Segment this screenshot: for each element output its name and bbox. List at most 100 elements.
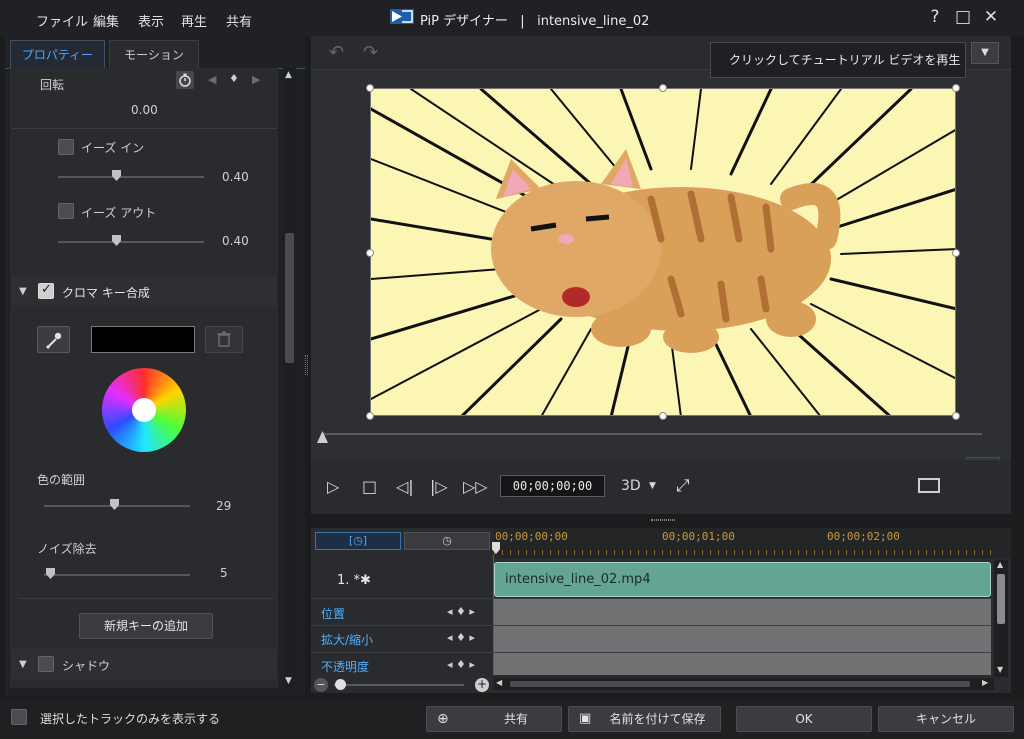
rotation-value[interactable]: 0.00 — [131, 103, 158, 117]
scroll-up-icon[interactable]: ▲ — [997, 560, 1003, 569]
prev-keyframe-icon[interactable]: ◀ — [208, 73, 216, 86]
eyedropper-icon[interactable] — [37, 326, 70, 353]
timeline-vscrollbar[interactable]: ▲ ▼ — [994, 560, 1008, 677]
safe-zone-icon[interactable] — [918, 478, 940, 493]
stopwatch-icon[interactable] — [176, 71, 194, 89]
ease-out-checkbox[interactable] — [58, 203, 74, 219]
add-key-button[interactable]: 新規キーの追加 — [79, 613, 213, 639]
keyframe-row[interactable] — [494, 599, 991, 625]
intensive-line-image — [371, 89, 955, 415]
play-icon[interactable]: ▷ — [327, 477, 339, 496]
scroll-down-icon[interactable]: ▼ — [285, 676, 292, 686]
scroll-right-icon[interactable]: ▶ — [982, 678, 988, 687]
video-clip[interactable]: intensive_line_02.mp4 — [494, 562, 991, 597]
scrollbar-thumb[interactable] — [285, 233, 294, 363]
fast-forward-icon[interactable]: ▷▷ — [463, 477, 488, 496]
ease-in-checkbox[interactable] — [58, 139, 74, 155]
redo-icon[interactable]: ↷ — [363, 42, 378, 63]
ease-out-slider[interactable] — [58, 241, 204, 243]
shadow-label: シャドウ — [62, 659, 111, 673]
color-wheel-center — [132, 398, 156, 422]
zoom-slider[interactable] — [334, 684, 464, 686]
menu-file[interactable]: ファイル — [36, 11, 88, 30]
seek-bar[interactable] — [322, 433, 982, 435]
collapse-triangle-icon[interactable]: ▼ — [19, 659, 27, 670]
noise-slider[interactable] — [44, 574, 190, 576]
timecode-display[interactable]: 00;00;00;00 — [500, 475, 605, 497]
dropdown-chevron-icon[interactable]: ▼ — [971, 42, 999, 64]
save-as-button[interactable]: ▣ 名前を付けて保存 — [568, 706, 721, 732]
share-button[interactable]: ⊕ 共有 — [426, 706, 562, 732]
keyframe-controls-icon[interactable]: ◂ ♦ ▸ — [447, 631, 475, 644]
trash-icon[interactable] — [205, 326, 243, 353]
3d-dropdown-icon[interactable]: ▼ — [649, 481, 656, 491]
prev-frame-icon[interactable]: ◁| — [396, 477, 414, 496]
scrollbar-thumb[interactable] — [997, 574, 1005, 624]
menu-edit[interactable]: 編集 — [93, 11, 119, 30]
window-title: PiP デザイナー | intensive_line_02 — [420, 10, 649, 29]
scroll-left-icon[interactable]: ◀ — [496, 678, 502, 687]
keyframe-row[interactable] — [494, 653, 991, 675]
zoom-in-icon[interactable]: + — [475, 678, 489, 692]
color-range-label: 色の範囲 — [37, 473, 86, 487]
resize-handle[interactable] — [366, 84, 374, 92]
timeline-hscrollbar[interactable]: ◀ ▶ — [494, 678, 994, 690]
title-bar: ファイル 編集 表示 再生 共有 PiP デザイナー | intensive_l… — [0, 0, 1024, 36]
ok-button[interactable]: OK — [736, 706, 872, 732]
resize-handle[interactable] — [952, 249, 960, 257]
keyframe-controls-icon[interactable]: ◂ ♦ ▸ — [447, 658, 475, 671]
tab-motion[interactable]: モーション — [109, 40, 199, 68]
maximize-icon[interactable]: □ — [952, 6, 974, 28]
resize-handle[interactable] — [952, 412, 960, 420]
collapse-triangle-icon[interactable]: ▼ — [19, 286, 27, 297]
next-keyframe-icon[interactable]: ▶ — [252, 73, 260, 86]
timeline-splitter[interactable] — [651, 519, 675, 521]
ease-in-value: 0.40 — [222, 170, 249, 184]
menu-play[interactable]: 再生 — [181, 11, 207, 30]
ease-in-slider[interactable] — [58, 176, 204, 178]
resize-handle[interactable] — [952, 84, 960, 92]
rotation-label: 回転 — [40, 78, 65, 92]
resize-handle[interactable] — [659, 84, 667, 92]
preview-canvas[interactable] — [370, 88, 956, 416]
timeline-zoom-in-icon[interactable]: [◷] — [315, 532, 401, 550]
title-separator: | — [520, 14, 525, 29]
scrollbar-thumb[interactable] — [510, 681, 970, 687]
chroma-key-label: クロマ キー合成 — [62, 286, 150, 300]
app-name: PiP デザイナー — [420, 14, 508, 29]
keyframe-controls-icon[interactable]: ◂ ♦ ▸ — [447, 605, 475, 618]
file-name: intensive_line_02 — [537, 14, 650, 29]
noise-value: 5 — [220, 566, 228, 580]
color-range-value: 29 — [216, 499, 232, 513]
resize-handle[interactable] — [366, 412, 374, 420]
help-icon[interactable]: ? — [924, 6, 946, 28]
tab-properties[interactable]: プロパティー — [10, 40, 105, 68]
scroll-down-icon[interactable]: ▼ — [997, 665, 1003, 674]
zoom-slider-thumb[interactable] — [335, 679, 346, 690]
3d-mode-button[interactable]: 3D — [621, 478, 641, 494]
keyframe-diamond-icon[interactable]: ♦ — [229, 72, 239, 85]
menu-view[interactable]: 表示 — [138, 11, 164, 30]
panel-splitter[interactable] — [305, 355, 308, 375]
color-wheel[interactable] — [102, 368, 186, 452]
shadow-checkbox[interactable] — [38, 656, 54, 672]
close-icon[interactable]: ✕ — [980, 6, 1002, 28]
cancel-button[interactable]: キャンセル — [878, 706, 1014, 732]
show-selected-only-checkbox[interactable] — [11, 709, 27, 725]
share-button-label: 共有 — [503, 712, 528, 726]
properties-scrollbar[interactable]: ▲ ▼ — [283, 68, 296, 690]
resize-handle[interactable] — [659, 412, 667, 420]
chroma-key-checkbox[interactable] — [38, 282, 54, 299]
stop-icon[interactable]: □ — [362, 477, 377, 496]
next-frame-icon[interactable]: |▷ — [430, 477, 448, 496]
ease-out-label: イーズ アウト — [81, 206, 157, 220]
key-color-swatch[interactable] — [91, 326, 195, 353]
menu-share[interactable]: 共有 — [226, 11, 252, 30]
zoom-out-icon[interactable]: − — [314, 678, 328, 692]
scroll-up-icon[interactable]: ▲ — [285, 70, 292, 80]
fullscreen-icon[interactable]: ⤢ — [676, 476, 690, 496]
timeline-clock-icon[interactable]: ◷ — [404, 532, 490, 550]
undo-icon[interactable]: ↶ — [329, 42, 344, 63]
resize-handle[interactable] — [366, 249, 374, 257]
keyframe-row[interactable] — [494, 626, 991, 652]
